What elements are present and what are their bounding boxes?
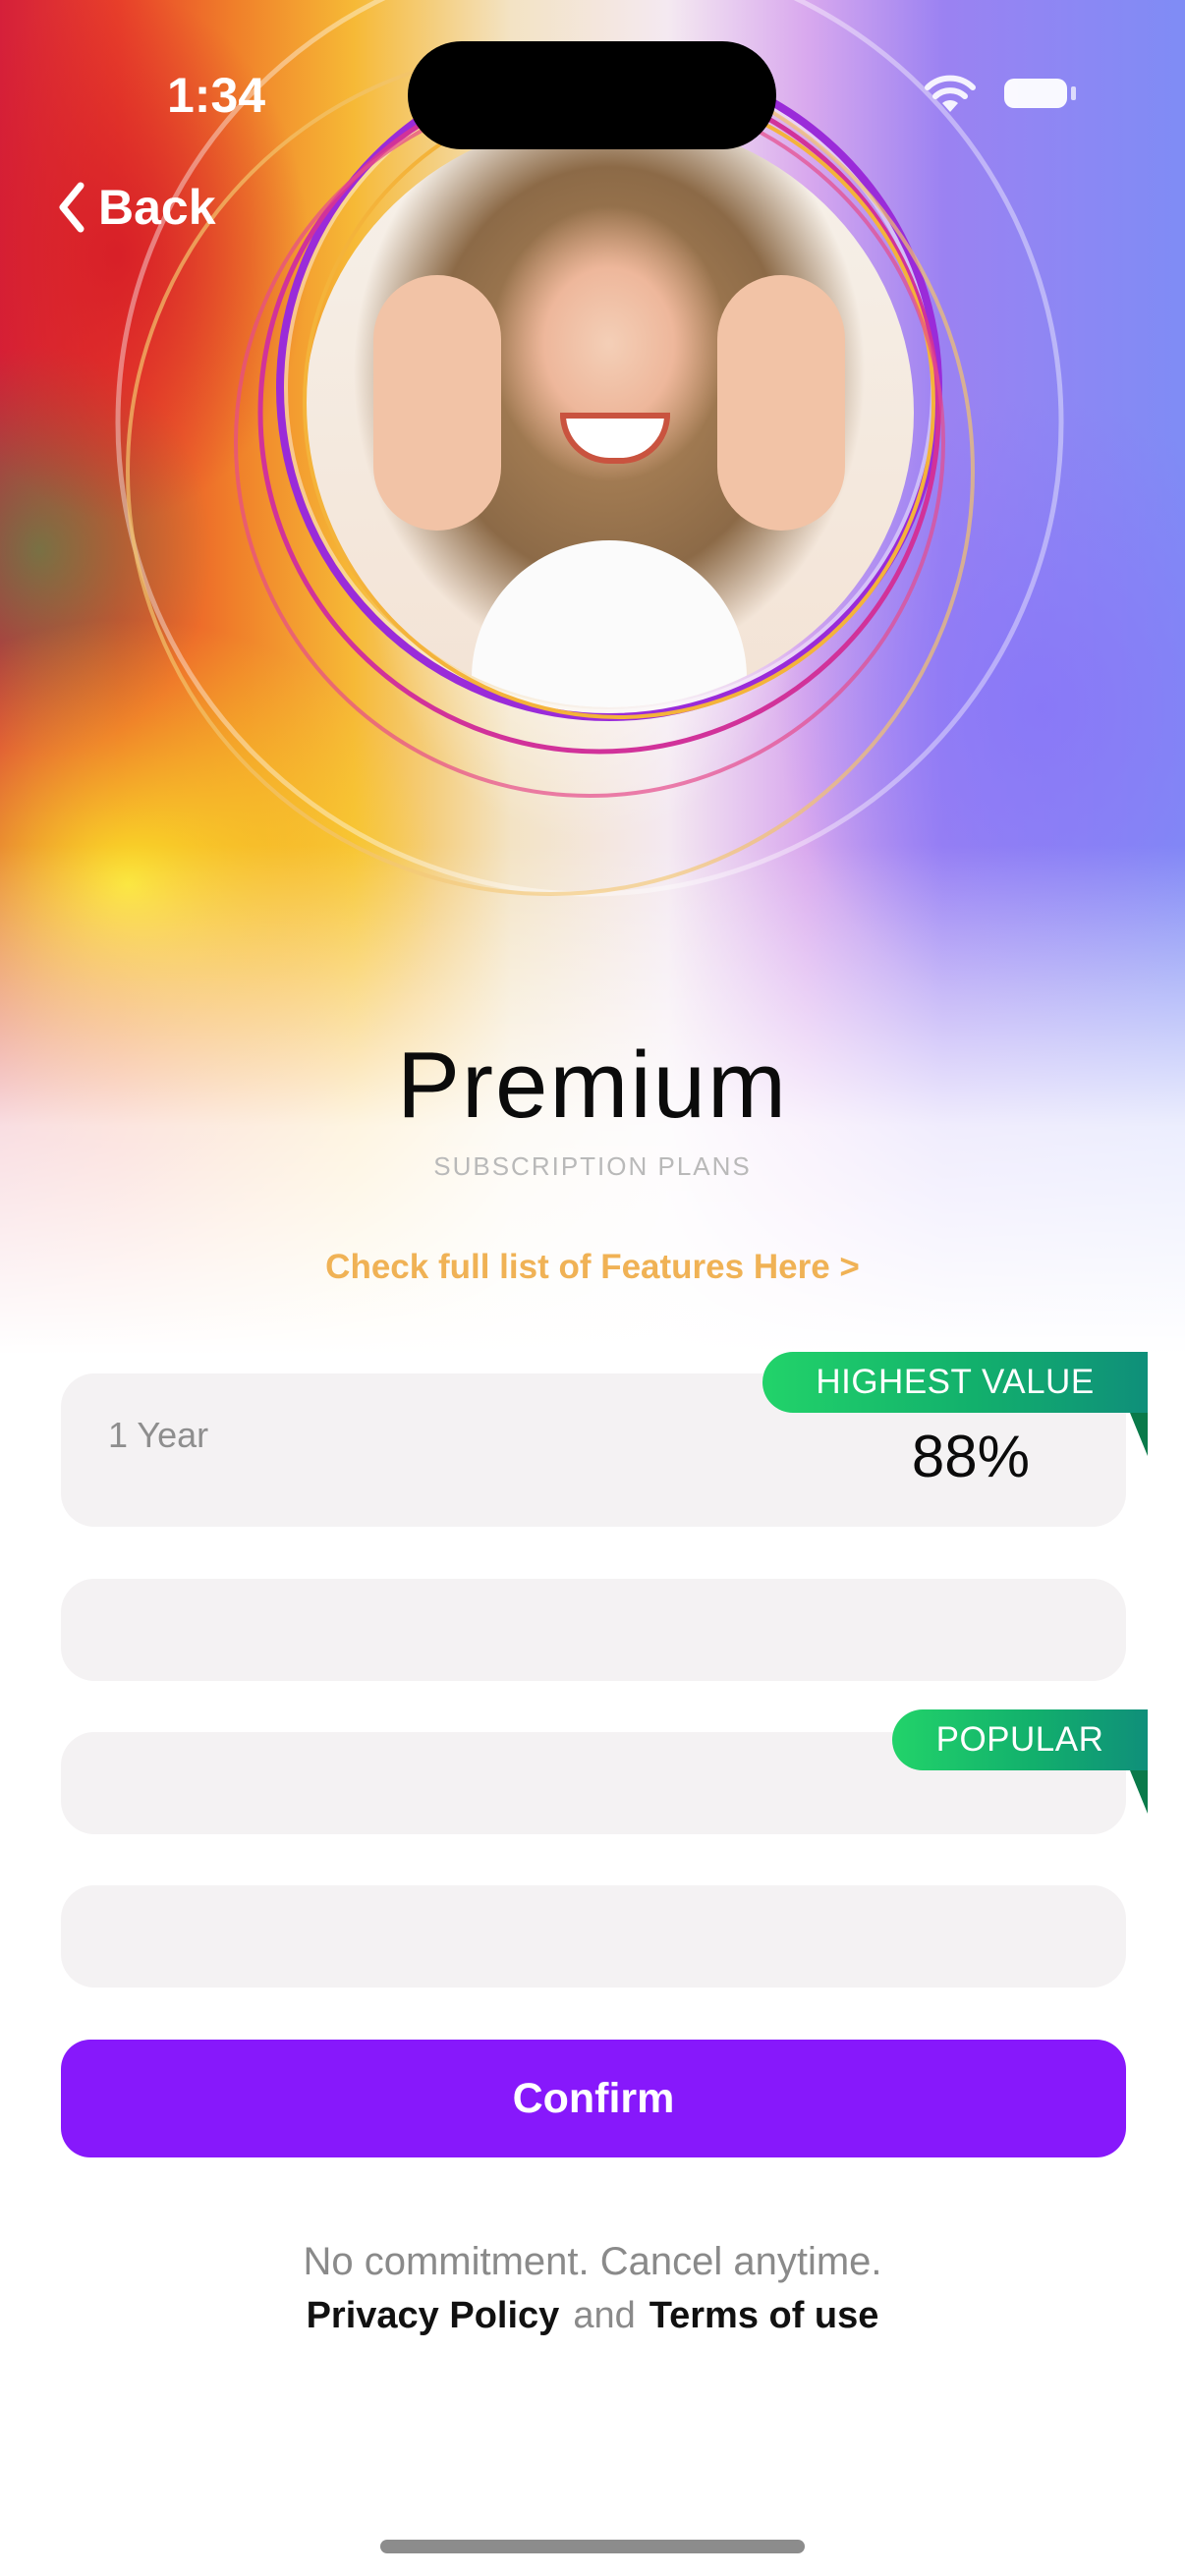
portrait-shirt: [472, 540, 747, 707]
portrait-smile: [560, 413, 670, 464]
page-subtitle: SUBSCRIPTION PLANS: [433, 1151, 752, 1181]
plan-option-4[interactable]: [61, 1885, 1126, 1988]
portrait-right-hand: [717, 275, 845, 531]
wifi-icon: [925, 75, 976, 112]
terms-of-use-link[interactable]: Terms of use: [649, 2295, 879, 2336]
page-title: Premium: [396, 1033, 789, 1138]
battery-icon: [1004, 79, 1067, 108]
popular-badge: POPULAR: [892, 1709, 1148, 1770]
status-time: 1:34: [167, 68, 266, 123]
portrait-left-hand: [373, 275, 501, 531]
hero-portrait-image: [305, 118, 914, 707]
features-link[interactable]: Check full list of Features Here >: [0, 1248, 1185, 1287]
legal-links: Privacy Policy and Terms of use: [0, 2295, 1185, 2337]
plan-discount-percent: 88%: [911, 1424, 1030, 1489]
cancel-anytime-note: No commitment. Cancel anytime.: [303, 2240, 882, 2283]
confirm-button[interactable]: Confirm: [61, 2040, 1126, 2157]
plan-option-2[interactable]: [61, 1579, 1126, 1681]
badge-fold: [1130, 1770, 1148, 1814]
privacy-policy-link[interactable]: Privacy Policy: [307, 2295, 560, 2336]
badge-fold: [1130, 1413, 1148, 1456]
back-label: Back: [98, 180, 216, 235]
and-separator: and: [573, 2295, 636, 2336]
highest-value-badge: HIGHEST VALUE: [762, 1352, 1148, 1413]
back-button[interactable]: Back: [57, 179, 216, 236]
home-indicator[interactable]: [380, 2540, 805, 2553]
battery-cap: [1071, 86, 1076, 100]
plan-label: 1 Year: [108, 1415, 209, 1455]
dynamic-island: [408, 41, 776, 149]
chevron-left-icon: [59, 182, 85, 233]
status-icons: [924, 71, 1081, 120]
